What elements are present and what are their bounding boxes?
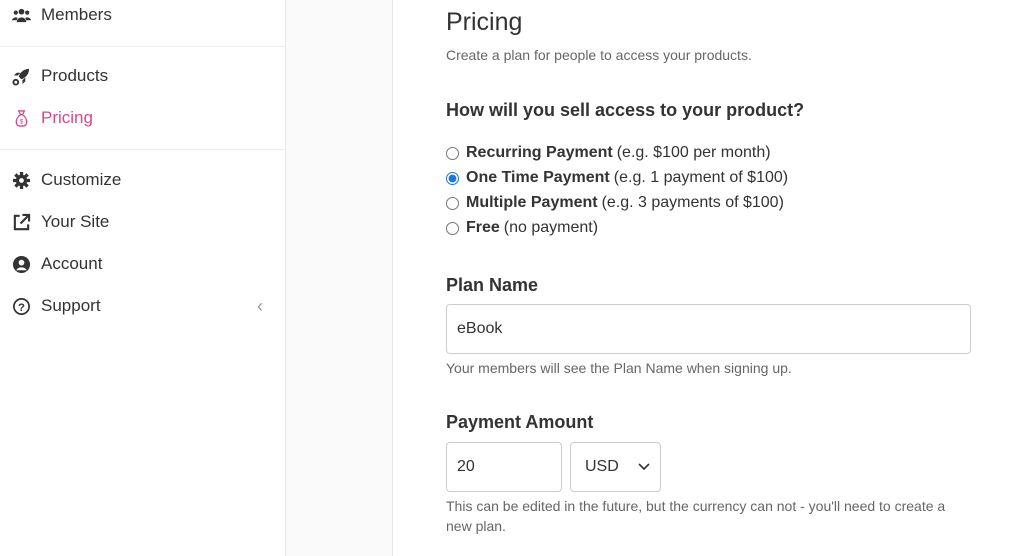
- users-icon: [12, 8, 31, 22]
- question-heading: How will you sell access to your product…: [446, 100, 805, 120]
- external-link-icon: [13, 213, 31, 230]
- money-bag-icon: $: [15, 109, 28, 127]
- sidebar-item-label: Your Site: [41, 212, 110, 231]
- option-free[interactable]: Free (no payment): [446, 219, 598, 237]
- payment-amount-label: Payment Amount: [446, 412, 594, 432]
- plan-name-input[interactable]: [446, 304, 971, 354]
- sidebar-item-label: Customize: [41, 170, 122, 189]
- option-label: Recurring Payment: [466, 144, 613, 161]
- rocket-icon: [12, 68, 30, 86]
- sidebar-item-members[interactable]: Members: [0, 0, 285, 30]
- divider: [0, 46, 285, 47]
- user-circle-icon: [12, 255, 31, 273]
- svg-text:$: $: [20, 118, 24, 125]
- option-one-time[interactable]: One Time Payment (e.g. 1 payment of $100): [446, 169, 788, 187]
- option-recurring[interactable]: Recurring Payment (e.g. $100 per month): [446, 144, 771, 162]
- chevron-left-icon[interactable]: ‹: [257, 296, 263, 317]
- radio-one-time[interactable]: [446, 171, 459, 185]
- option-label: Multiple Payment: [466, 194, 598, 211]
- sidebar-item-label: Support: [41, 296, 101, 315]
- plan-name-label: Plan Name: [446, 275, 539, 295]
- sidebar-item-label: Products: [41, 66, 109, 85]
- sidebar-item-label: Pricing: [41, 108, 93, 127]
- sidebar-item-label: Members: [41, 5, 112, 24]
- radio-multiple[interactable]: [446, 196, 459, 210]
- option-multiple[interactable]: Multiple Payment (e.g. 3 payments of $100…: [446, 194, 784, 212]
- sidebar: Members Products $ Pricing Customize You…: [0, 0, 286, 556]
- sidebar-item-account[interactable]: Account: [0, 249, 285, 279]
- payment-amount-input[interactable]: [446, 442, 562, 492]
- question-circle-icon: ?: [13, 297, 30, 315]
- page-subtitle: Create a plan for people to access your …: [446, 47, 752, 63]
- radio-recurring[interactable]: [446, 146, 459, 160]
- radio-free[interactable]: [446, 221, 459, 235]
- option-hint: (no payment): [503, 219, 599, 236]
- sidebar-item-customize[interactable]: Customize: [0, 165, 285, 195]
- sidebar-item-label: Account: [41, 254, 103, 273]
- option-hint: (e.g. $100 per month): [616, 144, 771, 161]
- currency-select[interactable]: USD: [570, 442, 661, 492]
- gear-icon: [12, 171, 31, 189]
- option-label: One Time Payment: [466, 169, 610, 186]
- sidebar-item-your-site[interactable]: Your Site: [0, 207, 285, 237]
- chevron-down-icon: [638, 463, 650, 471]
- page-title: Pricing: [446, 8, 523, 36]
- option-hint: (e.g. 3 payments of $100): [601, 194, 784, 211]
- option-label: Free: [466, 219, 500, 236]
- plan-name-help: Your members will see the Plan Name when…: [446, 360, 792, 376]
- option-hint: (e.g. 1 payment of $100): [613, 169, 789, 186]
- sidebar-item-pricing[interactable]: $ Pricing: [0, 103, 285, 133]
- gutter: [286, 0, 393, 556]
- currency-value: USD: [585, 458, 619, 475]
- svg-text:?: ?: [18, 301, 25, 313]
- divider: [0, 149, 285, 150]
- sidebar-item-support[interactable]: ? Support ‹: [0, 291, 285, 321]
- payment-help: This can be edited in the future, but th…: [446, 498, 946, 534]
- sidebar-item-products[interactable]: Products: [0, 61, 285, 91]
